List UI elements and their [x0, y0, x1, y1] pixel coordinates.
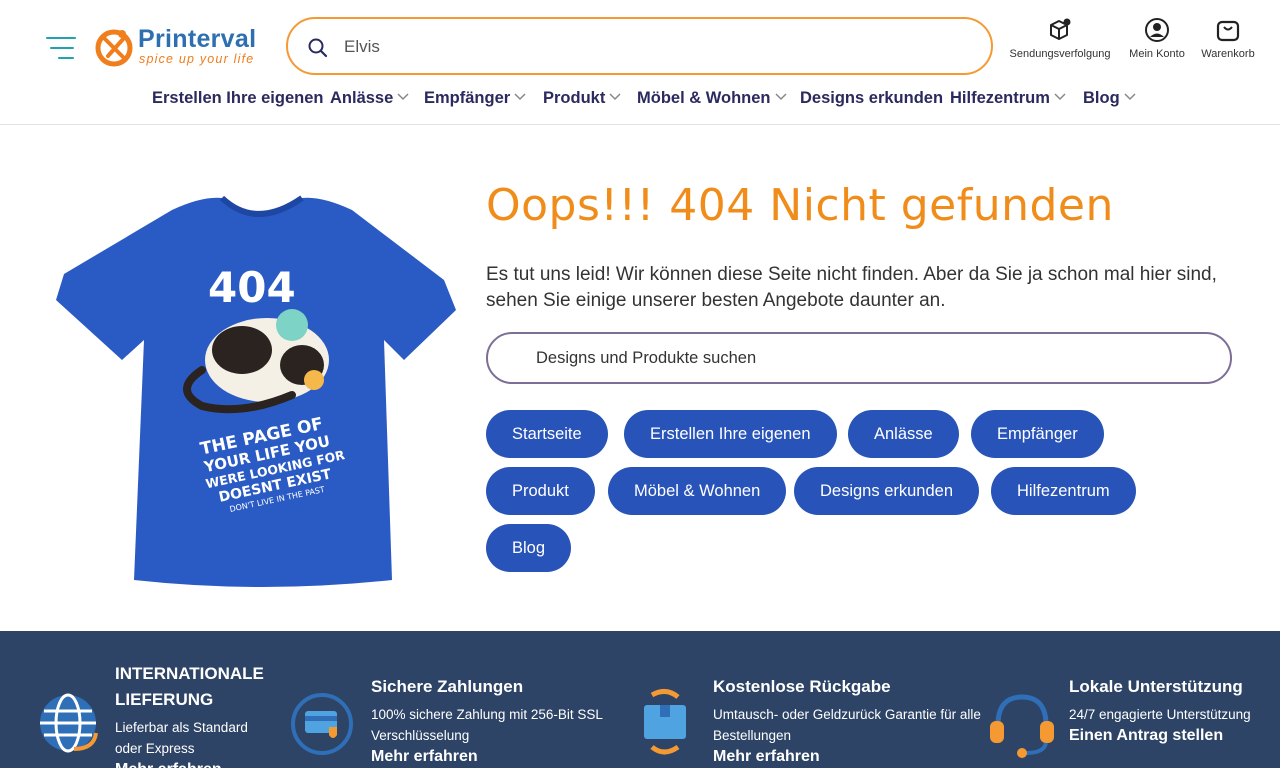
tracking-button[interactable]: Sendungsverfolgung — [1004, 16, 1116, 60]
footer-link[interactable]: Einen Antrag stellen — [1069, 727, 1269, 745]
account-label: Mein Konto — [1129, 48, 1185, 60]
nav-label: Erstellen Ihre eigenen — [152, 89, 324, 107]
tracking-label: Sendungsverfolgung — [1009, 48, 1111, 60]
globe-delivery-icon — [40, 693, 98, 753]
pill-moebel[interactable]: Möbel & Wohnen — [608, 467, 787, 515]
designs-search-input[interactable]: Designs und Produkte suchen — [486, 332, 1232, 384]
chevron-down-icon — [1124, 93, 1136, 101]
nav-label: Produkt — [543, 89, 606, 107]
footer-title: Lokale Unterstützung — [1069, 677, 1243, 696]
search-icon[interactable] — [307, 37, 329, 59]
cart-label: Warenkorb — [1201, 48, 1255, 60]
page-title: Oops!!! 404 Nicht gefunden — [486, 180, 1114, 231]
nav-item-produkt[interactable]: Produkt — [543, 89, 621, 108]
pill-anlaesse[interactable]: Anlässe — [848, 410, 959, 458]
footer-text: Umtausch- oder Geldzurück Garantie für a… — [713, 707, 981, 743]
nav-item-anlaesse[interactable]: Anlässe — [330, 89, 409, 108]
chevron-down-icon — [774, 93, 787, 101]
nav-item-hilfezentrum[interactable]: Hilfezentrum — [950, 89, 1066, 108]
logo-tagline: spice up your life — [139, 52, 255, 66]
headset-icon — [990, 694, 1054, 758]
footer-col-delivery: INTERNATIONALE LIEFERUNG Lieferbar als S… — [115, 661, 275, 779]
secure-card-icon — [291, 693, 353, 755]
nav-label: Designs erkunden — [800, 89, 944, 107]
pill-blog[interactable]: Blog — [486, 524, 572, 572]
footer-col-returns: Kostenlose Rückgabe Umtausch- oder Geldz… — [713, 674, 983, 766]
shopping-bag-icon — [1216, 20, 1240, 42]
benefits-footer: INTERNATIONALE LIEFERUNG Lieferbar als S… — [0, 631, 1280, 778]
footer-link[interactable]: Mehr erfahren — [371, 748, 631, 766]
search-input[interactable]: Elvis — [286, 17, 993, 75]
footer-text: 24/7 engagierte Unterstützung — [1069, 707, 1251, 722]
shirt-404-text: 404 — [208, 263, 296, 312]
logo-name: Printerval — [138, 25, 257, 53]
chevron-down-icon — [397, 93, 409, 101]
nav-label: Blog — [1083, 89, 1120, 107]
footer-title: Sichere Zahlungen — [371, 677, 524, 696]
footer-col-support: Lokale Unterstützung 24/7 engagierte Unt… — [1069, 674, 1269, 745]
footer-link[interactable]: Mehr erfahren — [115, 761, 275, 779]
footer-title: Kostenlose Rückgabe — [713, 677, 891, 696]
pill-designs[interactable]: Designs erkunden — [794, 467, 979, 515]
footer-col-payments: Sichere Zahlungen 100% sichere Zahlung m… — [371, 674, 631, 766]
pill-startseite[interactable]: Startseite — [486, 410, 608, 458]
footer-title: INTERNATIONALE LIEFERUNG — [115, 664, 264, 709]
chevron-down-icon — [609, 93, 621, 101]
nav-item-designs[interactable]: Designs erkunden — [800, 89, 943, 108]
printerval-logo[interactable]: Printerval spice up your life — [94, 24, 274, 70]
nav-label: Hilfezentrum — [950, 89, 1050, 107]
footer-text: Lieferbar als Standard oder Express — [115, 720, 248, 756]
nav-label: Anlässe — [330, 89, 394, 107]
nav-label: Empfänger — [424, 89, 511, 107]
nav-item-erstellen[interactable]: Erstellen Ihre eigenen — [152, 89, 323, 108]
site-header: Printerval spice up your life Elvis Send… — [0, 0, 1280, 125]
designs-search-placeholder: Designs und Produkte suchen — [536, 349, 757, 367]
pill-empfaenger[interactable]: Empfänger — [971, 410, 1104, 458]
pill-erstellen[interactable]: Erstellen Ihre eigenen — [624, 410, 837, 458]
logo-mark-icon — [95, 29, 133, 67]
cart-button[interactable]: Warenkorb — [1196, 16, 1260, 60]
404-tshirt-image: 404 THE PAGE OF YOUR LIFE YOU WERE LOOKI… — [56, 195, 456, 587]
menu-icon[interactable] — [42, 33, 76, 63]
user-account-icon — [1145, 18, 1169, 42]
nav-item-empfaenger[interactable]: Empfänger — [424, 89, 526, 108]
nav-item-moebel[interactable]: Möbel & Wohnen — [637, 89, 787, 108]
nav-label: Möbel & Wohnen — [637, 89, 771, 107]
footer-link[interactable]: Mehr erfahren — [713, 748, 983, 766]
pill-produkt[interactable]: Produkt — [486, 467, 595, 515]
footer-text: 100% sichere Zahlung mit 256-Bit SSL Ver… — [371, 707, 603, 743]
main-navigation: Erstellen Ihre eigenen Anlässe Empfänger… — [0, 89, 1280, 115]
chevron-down-icon — [1054, 93, 1066, 101]
search-value: Elvis — [344, 37, 380, 56]
pill-hilfezentrum[interactable]: Hilfezentrum — [991, 467, 1136, 515]
account-button[interactable]: Mein Konto — [1124, 16, 1190, 60]
nav-item-blog[interactable]: Blog — [1083, 89, 1136, 108]
error-description: Es tut uns leid! Wir können diese Seite … — [486, 264, 1217, 311]
package-tracking-icon — [1050, 18, 1071, 40]
chevron-down-icon — [514, 93, 526, 101]
return-box-icon — [644, 689, 686, 755]
